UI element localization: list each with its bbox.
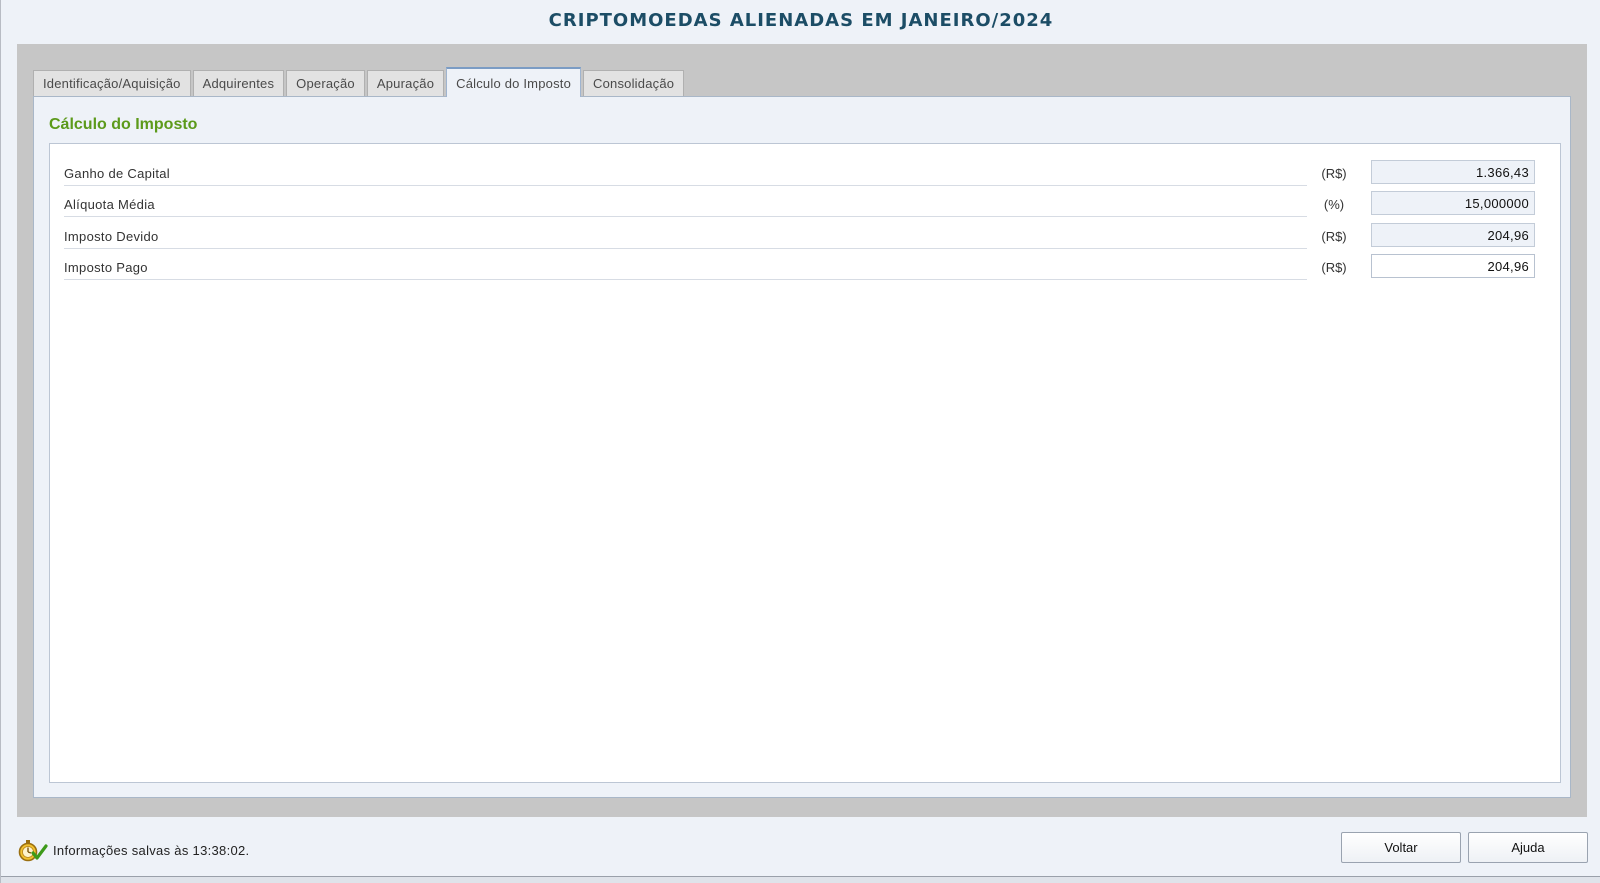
field-unit: (R$) — [1321, 166, 1347, 181]
status-text: Informações salvas às 13:38:02. — [53, 842, 250, 858]
field-row-ganho-de-capital: Ganho de Capital (R$) — [64, 160, 1535, 186]
field-unit: (%) — [1323, 197, 1345, 212]
status-bar: Informações salvas às 13:38:02. — [15, 836, 249, 864]
imposto-devido-field[interactable] — [1371, 223, 1535, 247]
form-box: Ganho de Capital (R$) Alíquota Média (%)… — [49, 143, 1561, 783]
field-row-imposto-pago: Imposto Pago (R$) — [64, 254, 1535, 280]
tab-strip: Identificação/Aquisição Adquirentes Oper… — [33, 67, 686, 97]
field-row-imposto-devido: Imposto Devido (R$) — [64, 223, 1535, 249]
field-row-aliquota-media: Alíquota Média (%) — [64, 191, 1535, 217]
ajuda-button[interactable]: Ajuda — [1468, 832, 1588, 863]
ganho-de-capital-field[interactable] — [1371, 160, 1535, 184]
tab-container: Identificação/Aquisição Adquirentes Oper… — [17, 44, 1587, 817]
section-title: Cálculo do Imposto — [49, 116, 198, 133]
app-window: CRIPTOMOEDAS ALIENADAS EM JANEIRO/2024 I… — [0, 0, 1600, 883]
window-bottom-edge — [1, 876, 1600, 883]
field-label: Imposto Pago — [64, 260, 1307, 280]
tab-adquirentes[interactable]: Adquirentes — [192, 70, 285, 96]
field-unit: (R$) — [1321, 260, 1347, 275]
tab-apuracao[interactable]: Apuração — [366, 70, 445, 96]
tab-operacao[interactable]: Operação — [286, 70, 365, 96]
field-label: Ganho de Capital — [64, 166, 1307, 186]
tab-calculo-do-imposto[interactable]: Cálculo do Imposto — [446, 67, 582, 97]
tab-consolidacao[interactable]: Consolidação — [583, 70, 685, 96]
imposto-pago-field[interactable] — [1371, 254, 1535, 278]
aliquota-media-field[interactable] — [1371, 191, 1535, 215]
field-label: Imposto Devido — [64, 229, 1307, 249]
voltar-button[interactable]: Voltar — [1341, 832, 1461, 863]
field-unit: (R$) — [1321, 229, 1347, 244]
saved-check-icon — [18, 840, 48, 862]
field-label: Alíquota Média — [64, 197, 1307, 217]
tab-identificacao-aquisicao[interactable]: Identificação/Aquisição — [33, 70, 191, 96]
tab-panel: Cálculo do Imposto Ganho de Capital (R$)… — [33, 96, 1571, 798]
page-title: CRIPTOMOEDAS ALIENADAS EM JANEIRO/2024 — [548, 10, 1054, 31]
